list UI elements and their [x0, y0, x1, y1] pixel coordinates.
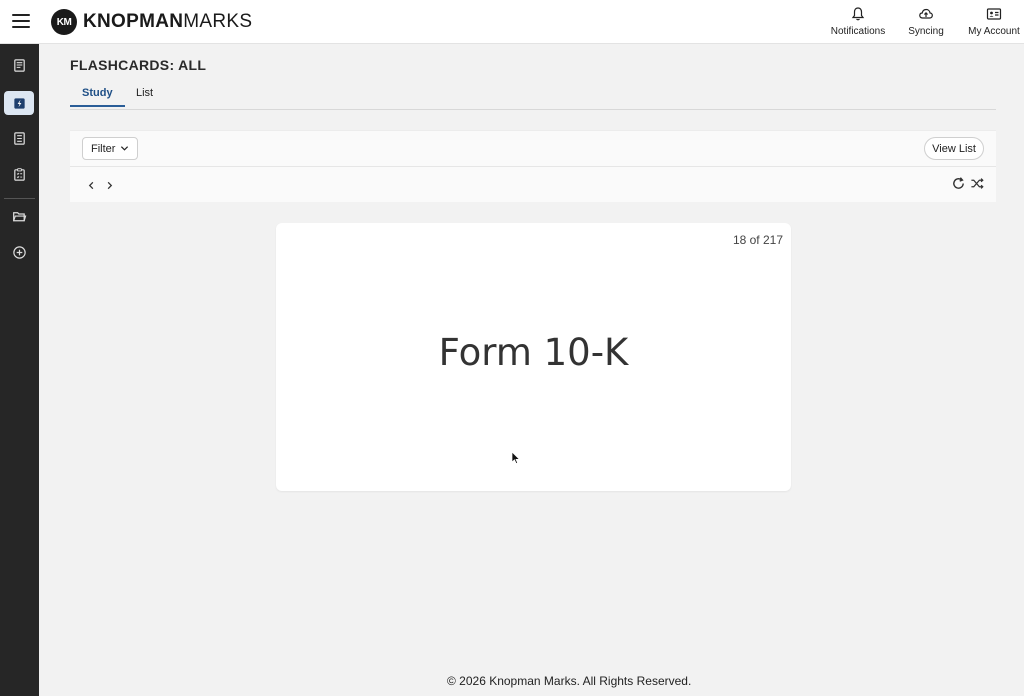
filter-button[interactable]: Filter: [82, 137, 139, 160]
sidebar-item-flashcards[interactable]: [4, 91, 34, 115]
sidebar: [0, 44, 39, 696]
logo-text: KNOPMANMARKS: [83, 11, 252, 33]
tab-list[interactable]: List: [136, 87, 153, 105]
notifications-button[interactable]: Notifications: [830, 6, 886, 40]
tab-study[interactable]: Study: [70, 87, 125, 107]
top-bar: KM KNOPMANMARKS Notifications Syncing My…: [0, 0, 1024, 44]
chevron-right-icon: [107, 181, 112, 189]
logo[interactable]: KM KNOPMANMARKS: [51, 9, 252, 35]
cloud-upload-icon: [919, 8, 933, 19]
folder-icon: [12, 211, 26, 221]
tab-bar: Study List: [70, 82, 996, 110]
flashcard-icon: [13, 97, 25, 109]
logo-mark: KM: [51, 9, 77, 35]
menu-icon[interactable]: [12, 12, 30, 30]
card-position: 18 of 217: [732, 233, 783, 247]
previous-card-button[interactable]: [84, 178, 98, 192]
mouse-cursor-icon: [511, 451, 521, 465]
next-card-button[interactable]: [102, 178, 116, 192]
shuffle-button[interactable]: [970, 176, 986, 192]
logo-text-light: MARKS: [183, 11, 253, 32]
refresh-icon: [953, 177, 964, 189]
logo-text-bold: KNOPMAN: [83, 11, 184, 32]
flashcard[interactable]: 18 of 217 Form 10-K: [276, 223, 791, 491]
plus-circle-icon: [12, 245, 26, 259]
id-card-icon: [986, 8, 1002, 20]
chevron-down-icon: [121, 146, 129, 151]
list-icon: [13, 131, 25, 145]
toolbar-divider: [70, 166, 996, 167]
bell-icon: [851, 7, 865, 21]
page-title: FLASHCARDS: ALL: [70, 57, 207, 73]
sidebar-item-course[interactable]: [4, 53, 34, 77]
view-list-button[interactable]: View List: [924, 137, 984, 160]
chevron-left-icon: [88, 181, 93, 189]
refresh-button[interactable]: [951, 176, 967, 192]
syncing-button[interactable]: Syncing: [906, 6, 946, 40]
clipboard-icon: [13, 167, 25, 181]
sidebar-divider: [4, 198, 35, 199]
sidebar-item-list[interactable]: [4, 126, 34, 150]
copyright-text: © 2026 Knopman Marks. All Rights Reserve…: [447, 674, 692, 688]
sidebar-item-quiz[interactable]: [4, 162, 34, 186]
sidebar-item-add[interactable]: [4, 240, 34, 264]
notifications-label: Notifications: [830, 26, 886, 37]
book-icon: [13, 58, 25, 72]
card-term: Form 10-K: [438, 331, 629, 374]
my-account-label: My Account: [968, 26, 1020, 37]
my-account-button[interactable]: My Account: [966, 6, 1022, 40]
shuffle-icon: [971, 178, 984, 189]
filter-label: Filter: [91, 142, 116, 155]
sidebar-item-folder[interactable]: [4, 204, 34, 228]
flashcard-toolbar: Filter View List: [70, 130, 996, 202]
syncing-label: Syncing: [908, 26, 944, 37]
